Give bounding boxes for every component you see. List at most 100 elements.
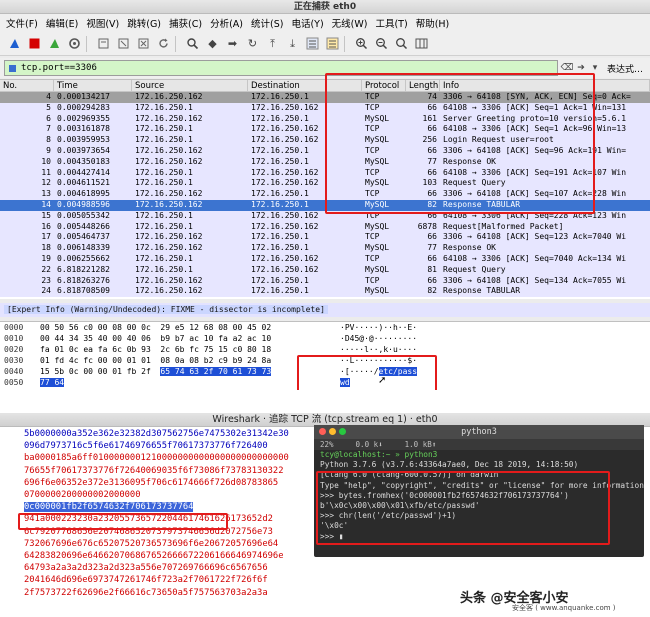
hex-ascii: ·····l··,k·u···· — [340, 345, 418, 354]
terminal-window[interactable]: python3 22% 0.0 k⬇ 1.0 kB⬆ tcy@localhost… — [314, 425, 644, 557]
menu-item-9[interactable]: 工具(T) — [375, 16, 407, 30]
close-file-icon[interactable] — [135, 35, 152, 52]
expression-button[interactable]: 表达式… — [604, 62, 646, 75]
terminal-line: >>> chr(len('/etc/passwd')+1) — [320, 511, 457, 521]
packet-cell-len: 6878 — [417, 221, 437, 231]
apply-filter-icon[interactable]: ➔ — [576, 62, 586, 74]
menu-item-0[interactable]: 文件(F) — [6, 16, 38, 30]
hex-row[interactable]: 0030 01 fd 4c fc 00 00 01 01 08 0a 08 b2 … — [0, 355, 650, 366]
packet-row[interactable]: 4 0.000134217 172.16.250.162 172.16.250.1 TC… — [0, 92, 650, 103]
packet-row[interactable]: 6 0.002969355 172.16.250.162 172.16.250.1 My… — [0, 113, 650, 125]
zoom-out-icon[interactable] — [373, 35, 390, 52]
packet-row[interactable]: 17 0.005464737 172.16.250.162 172.16.250.1 T… — [0, 232, 650, 244]
hex-ascii-plain: ·[·····/ — [340, 367, 379, 376]
goto-icon[interactable]: ↻ — [244, 35, 261, 52]
hex-offset: 0050 — [4, 378, 24, 387]
clear-filter-icon[interactable]: ⌫ — [561, 62, 574, 74]
col-header-destination[interactable]: Destination — [248, 80, 362, 91]
packet-row[interactable]: 5 0.000294283 172.16.250.1 172.16.250.162 TC… — [0, 102, 650, 114]
packet-bytes-pane[interactable]: 0000 00 50 56 c0 00 08 00 0c 29 e5 12 68 … — [0, 321, 650, 390]
menu-item-2[interactable]: 视图(V) — [86, 16, 119, 30]
hex-offset: 0000 — [4, 323, 24, 332]
packet-row[interactable]: 22 6.818221282 172.16.250.1 172.16.250.162 M… — [0, 264, 650, 276]
close-window-icon[interactable] — [319, 428, 326, 435]
packet-row[interactable]: 10 0.004350183 172.16.250.162 172.16.250.1 M… — [0, 156, 650, 168]
hex-ascii: ·PV·····)··h··E· — [340, 323, 418, 332]
hex-row[interactable]: 0000 00 50 56 c0 00 08 00 0c 29 e5 12 68 … — [0, 322, 650, 333]
col-header-protocol[interactable]: Protocol — [362, 80, 406, 91]
reload-icon[interactable] — [155, 35, 172, 52]
stream-line-text: 941a000223230a23205573657220446174616261… — [24, 514, 273, 525]
restart-icon[interactable] — [46, 35, 63, 52]
expert-info-line[interactable]: [Expert Info (Warning/Undecoded): FIXME … — [4, 305, 328, 314]
display-filter-input[interactable]: tcp.port==3306 — [4, 60, 558, 76]
menu-item-8[interactable]: 无线(W) — [332, 16, 368, 30]
menu-item-1[interactable]: 编辑(E) — [46, 16, 78, 30]
packet-row[interactable]: 23 6.818263276 172.16.250.162 172.16.250.1 T… — [0, 275, 650, 287]
stream-line[interactable]: 64793a2a3a2d323a2d323a556e707269766696c6… — [10, 562, 650, 574]
packet-row[interactable]: 15 0.005055342 172.16.250.1 172.16.250.162 T… — [0, 210, 650, 222]
find-icon[interactable] — [184, 35, 201, 52]
save-icon[interactable] — [115, 35, 132, 52]
menu-item-6[interactable]: 统计(S) — [251, 16, 283, 30]
autoscroll-icon[interactable] — [304, 35, 321, 52]
stop-icon[interactable] — [26, 35, 43, 52]
col-header-info[interactable]: Info — [440, 80, 650, 91]
open-icon[interactable] — [95, 35, 112, 52]
forward-icon[interactable]: ➡ — [224, 35, 241, 52]
bookmark-icon[interactable] — [8, 64, 17, 73]
hex-row[interactable]: 0010 00 44 34 35 40 00 40 06 b9 b7 ac 10 … — [0, 333, 650, 344]
packet-row[interactable]: 13 0.004618995 172.16.250.162 172.16.250.1 T… — [0, 189, 650, 200]
menu-item-7[interactable]: 电话(Y) — [291, 16, 323, 30]
packet-cell-proto: MySQL — [365, 243, 390, 253]
packet-row[interactable]: 7 0.003161878 172.16.250.1 172.16.250.162 TC… — [0, 124, 650, 136]
packet-row[interactable]: 8 0.003959953 172.16.250.1 172.16.250.162 My… — [0, 135, 650, 146]
packet-cell-info: 3306 → 64108 [SYN, ACK, ECN] Seq=0 Ack= — [443, 92, 631, 101]
last-icon[interactable]: ⤓ — [284, 35, 301, 52]
packet-cell-src: 172.16.250.162 — [135, 189, 203, 199]
stream-line[interactable]: 2041646d696e6973747261746f723a2f7061722f… — [10, 574, 650, 586]
packet-cell-no: 8 — [46, 135, 51, 145]
packet-cell-dst: 172.16.250.162 — [251, 221, 319, 231]
packet-cell-proto: TCP — [365, 102, 380, 112]
stream-line-text: ba0000185a6ff010000000121000000000000000… — [24, 453, 289, 464]
back-icon[interactable]: ◆ — [204, 35, 221, 52]
zoom-in-icon[interactable] — [353, 35, 370, 52]
hex-row[interactable]: 0040 15 5b 0c 00 00 01 fb 2f 65 74 63 2f … — [0, 366, 650, 377]
minimize-window-icon[interactable] — [329, 428, 336, 435]
zoom-reset-icon[interactable] — [393, 35, 410, 52]
hex-row[interactable]: 0050 77 64 wd — [0, 377, 650, 388]
col-header-time[interactable]: Time — [54, 80, 132, 91]
packet-cell-time: 0.003959953 — [57, 135, 110, 145]
filter-dropdown-icon[interactable]: ▾ — [590, 62, 600, 74]
packet-row[interactable]: 24 6.818708509 172.16.250.162 172.16.250.1 M… — [0, 286, 650, 298]
col-header-length[interactable]: Length — [406, 80, 440, 91]
packet-rows: 4 0.000134217 172.16.250.162 172.16.250.1 TC… — [0, 92, 650, 298]
hex-row[interactable]: 0020 fa 01 0c ea fa 6c 0b 93 2c 6b fc 75 … — [0, 344, 650, 355]
packet-row[interactable]: 12 0.004611521 172.16.250.1 172.16.250.162 M… — [0, 178, 650, 190]
packet-row[interactable]: 14 0.004988596 172.16.250.162 172.16.250.1 M… — [0, 199, 650, 211]
packet-row[interactable]: 18 0.006148339 172.16.250.162 172.16.250.1 M… — [0, 243, 650, 254]
menu-item-3[interactable]: 跳转(G) — [127, 16, 161, 30]
packet-cell-time: 0.004618995 — [57, 189, 110, 199]
first-icon[interactable]: ⤒ — [264, 35, 281, 52]
menu-item-10[interactable]: 帮助(H) — [416, 16, 450, 30]
menu-item-5[interactable]: 分析(A) — [210, 16, 243, 30]
colorize-icon[interactable] — [324, 35, 341, 52]
col-header-no[interactable]: No. — [0, 80, 54, 91]
col-header-source[interactable]: Source — [132, 80, 248, 91]
packet-row[interactable]: 9 0.003973654 172.16.250.162 172.16.250.1 TC… — [0, 145, 650, 157]
packet-list[interactable]: No. Time Source Destination Protocol Len… — [0, 79, 650, 299]
packet-row[interactable]: 19 0.006255662 172.16.250.1 172.16.250.162 T… — [0, 253, 650, 265]
maximize-window-icon[interactable] — [339, 428, 346, 435]
options-icon[interactable] — [66, 35, 83, 52]
menu-item-4[interactable]: 捕获(C) — [169, 16, 202, 30]
packet-cell-info: 64108 → 3306 [ACK] Seq=7040 Ack=134 Wi — [443, 253, 627, 263]
resize-columns-icon[interactable] — [413, 35, 430, 52]
hex-bytes-selected: 77 64 — [40, 378, 65, 387]
packet-row[interactable]: 11 0.004427414 172.16.250.1 172.16.250.162 T… — [0, 167, 650, 179]
shark-fin-icon[interactable] — [6, 35, 23, 52]
terminal-line: b'\x0c\x00\x00\x01\xfb/etc/passwd' — [320, 501, 480, 511]
packet-row[interactable]: 16 0.005448266 172.16.250.1 172.16.250.162 M… — [0, 221, 650, 233]
stream-line-text: 696f6e06352e372e3136095f706c6174666f726d… — [24, 477, 279, 488]
